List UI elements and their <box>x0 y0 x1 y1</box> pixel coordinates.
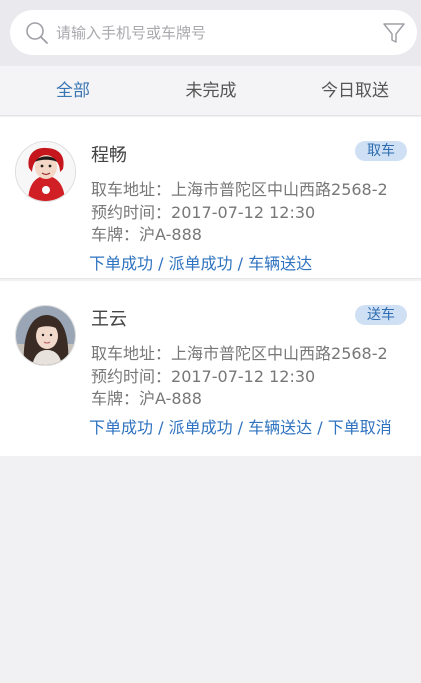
order-status-trail: 下单成功 / 派单成功 / 车辆送达 <box>89 254 313 273</box>
appointment-time: 预约时间：2017-07-12 12:30 <box>91 363 315 387</box>
pickup-address: 取车地址：上海市普陀区中山西路2568-2 <box>91 340 388 364</box>
time-label: 预约时间： <box>91 367 172 386</box>
search-input[interactable] <box>56 10 376 55</box>
service-type-badge: 送车 <box>355 305 407 325</box>
time-value: 2017-07-12 12:30 <box>171 367 316 386</box>
avatar <box>15 141 76 202</box>
license-plate: 车牌：沪A-888 <box>91 385 202 409</box>
search-icon[interactable] <box>24 20 50 46</box>
pickup-address: 取车地址：上海市普陀区中山西路2568-2 <box>91 176 388 200</box>
order-card[interactable]: 程畅 取车 取车地址：上海市普陀区中山西路2568-2 预约时间：2017-07… <box>0 117 421 279</box>
address-label: 取车地址： <box>91 180 172 199</box>
customer-name: 王云 <box>91 309 127 330</box>
address-value: 上海市普陀区中山西路2568-2 <box>171 344 388 363</box>
order-status-trail: 下单成功 / 派单成功 / 车辆送达 / 下单取消 <box>89 418 392 437</box>
service-type-badge: 取车 <box>355 141 407 161</box>
tab-today-pickup[interactable]: 今日取送 <box>300 66 410 116</box>
plate-value: 沪A-888 <box>139 389 202 408</box>
search-bar <box>0 0 421 66</box>
search-box[interactable] <box>10 10 417 55</box>
order-card[interactable]: 王云 送车 取车地址：上海市普陀区中山西路2568-2 预约时间：2017-07… <box>0 281 421 456</box>
time-label: 预约时间： <box>91 203 172 222</box>
customer-name: 程畅 <box>91 145 127 166</box>
plate-label: 车牌： <box>91 225 140 244</box>
address-value: 上海市普陀区中山西路2568-2 <box>171 180 388 199</box>
tab-pending[interactable]: 未完成 <box>162 66 260 116</box>
avatar <box>15 305 76 366</box>
plate-label: 车牌： <box>91 389 140 408</box>
filter-tabs: 全部 未完成 今日取送 <box>0 66 421 116</box>
time-value: 2017-07-12 12:30 <box>171 203 316 222</box>
license-plate: 车牌：沪A-888 <box>91 221 202 245</box>
tab-all[interactable]: 全部 <box>24 66 122 116</box>
filter-icon[interactable] <box>381 20 407 46</box>
address-label: 取车地址： <box>91 344 172 363</box>
appointment-time: 预约时间：2017-07-12 12:30 <box>91 199 315 223</box>
plate-value: 沪A-888 <box>139 225 202 244</box>
